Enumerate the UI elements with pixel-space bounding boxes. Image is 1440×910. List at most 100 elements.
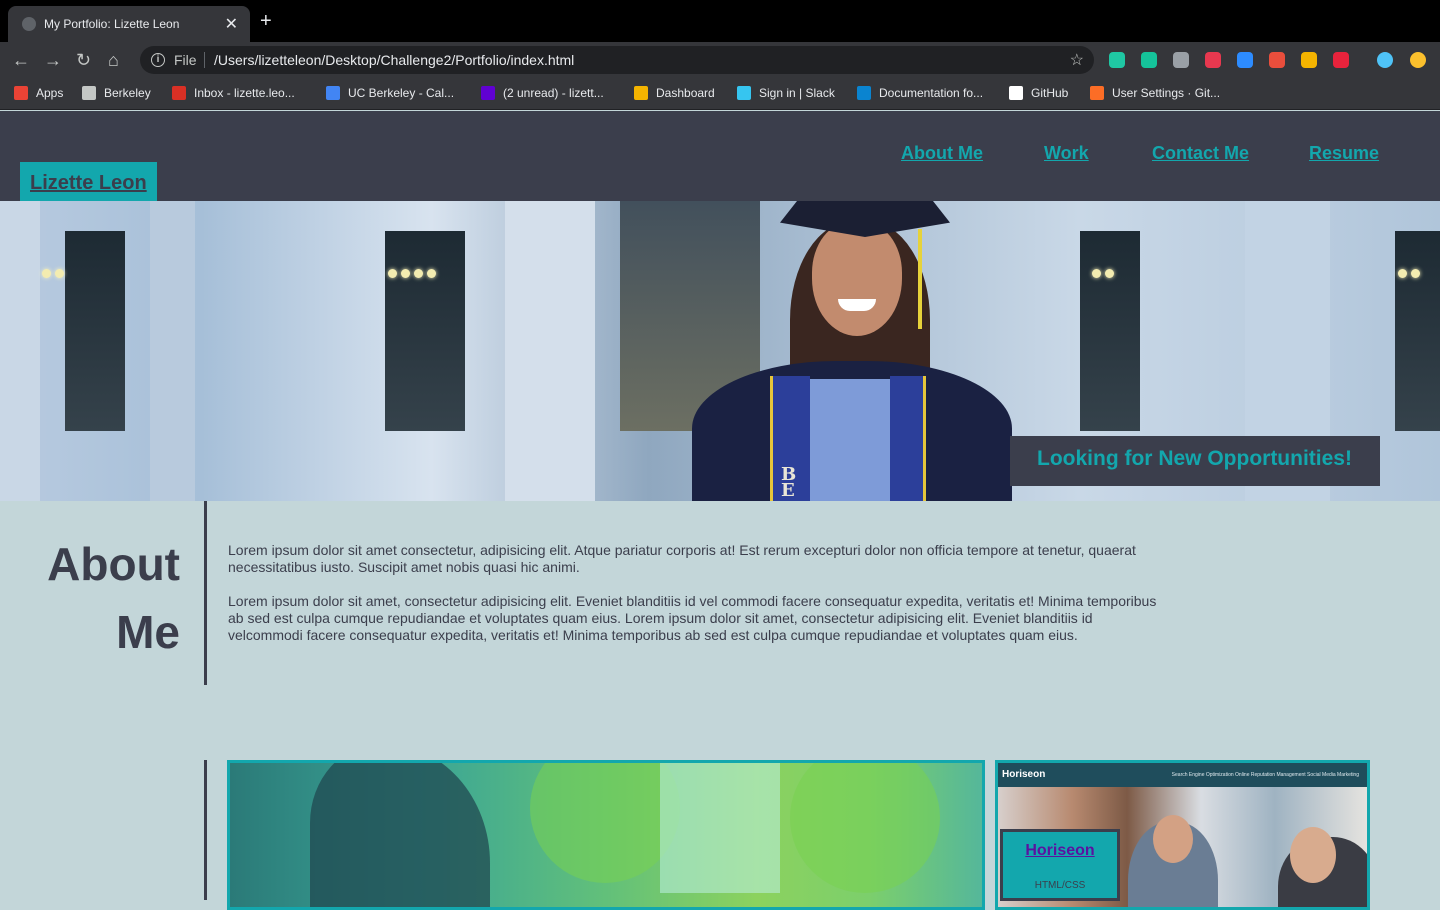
reload-icon[interactable]: ↻	[76, 50, 91, 70]
bookmark-label: Apps	[36, 86, 64, 100]
close-tab-icon[interactable]: ✕	[225, 14, 238, 34]
bookmark-item[interactable]: Dashboard	[634, 86, 715, 100]
lamp-lights	[388, 269, 436, 278]
bookmark-item[interactable]: Apps	[14, 86, 63, 100]
bookmark-label: Sign in | Slack	[759, 86, 835, 100]
tree-blur	[790, 763, 940, 893]
bookmark-label: User Settings · Git...	[1112, 86, 1221, 100]
bookmark-item[interactable]: Sign in | Slack	[737, 86, 835, 100]
bookmarks-bar: Apps Berkeley Inbox - lizette.leo... UC Ber…	[0, 78, 1440, 110]
section-divider	[204, 501, 207, 685]
building-window	[1080, 231, 1140, 431]
extension-icon[interactable]	[1301, 52, 1317, 68]
dashboard-icon	[634, 86, 648, 100]
bookmark-item[interactable]: UC Berkeley - Cal...	[326, 86, 454, 100]
graduate-smile	[838, 299, 876, 311]
bookmark-label: UC Berkeley - Cal...	[348, 86, 455, 100]
project-tech: HTML/CSS	[1034, 880, 1086, 891]
horiseon-menu: Search Engine Optimization Online Reputa…	[1171, 772, 1359, 778]
url-scheme: File	[174, 52, 197, 68]
extension-icon[interactable]	[1333, 52, 1349, 68]
pillar	[150, 201, 195, 501]
bookmark-item[interactable]: Berkeley	[82, 86, 151, 100]
graduate-stole	[890, 376, 926, 501]
person-head	[1290, 827, 1336, 883]
about-title: About Me	[47, 538, 180, 658]
lamp-lights	[42, 269, 64, 278]
person-silhouette	[310, 763, 490, 907]
browser-tab-bar: My Portfolio: Lizette Leon ✕ +	[0, 0, 1440, 42]
bookmark-label: Documentation fo...	[879, 86, 984, 100]
gmail-icon	[172, 86, 186, 100]
url-text[interactable]: /Users/lizetteleon/Desktop/Challenge2/Po…	[214, 52, 574, 68]
vscode-icon	[857, 86, 871, 100]
bookmark-item[interactable]: Documentation fo...	[857, 86, 983, 100]
address-bar[interactable]: i File /Users/lizetteleon/Desktop/Challe…	[140, 46, 1094, 74]
nav-work[interactable]: Work	[1044, 143, 1089, 164]
pillar	[505, 201, 595, 501]
about-paragraph: Lorem ipsum dolor sit amet, consectetur …	[228, 593, 1157, 643]
calendar-icon	[326, 86, 340, 100]
bookmark-item[interactable]: Inbox - lizette.leo...	[172, 86, 295, 100]
tagline-banner: Looking for New Opportunities!	[1010, 436, 1380, 486]
logo-box: Lizette Leon	[20, 162, 157, 201]
extension-icon[interactable]	[1269, 52, 1285, 68]
extension-icon[interactable]	[1173, 52, 1189, 68]
forward-icon[interactable]: →	[44, 50, 62, 70]
building-window	[385, 231, 465, 431]
bookmark-item[interactable]: (2 unread) - lizett...	[481, 86, 604, 100]
project-title-link[interactable]: Horiseon	[1003, 842, 1117, 860]
pillar	[0, 201, 40, 501]
featured-project-image[interactable]	[227, 760, 985, 910]
extension-icon[interactable]	[1410, 52, 1426, 68]
gitlab-icon	[1090, 86, 1104, 100]
lamp-lights	[1092, 269, 1114, 278]
horiseon-header: Horiseon Search Engine Optimization Onli…	[998, 763, 1367, 787]
project-card-horiseon[interactable]: Horiseon Search Engine Optimization Onli…	[995, 760, 1370, 910]
yahoo-mail-icon	[481, 86, 495, 100]
extension-icon[interactable]	[1237, 52, 1253, 68]
extension-icon[interactable]	[1141, 52, 1157, 68]
url-separator	[204, 52, 205, 68]
bookmark-item[interactable]: User Settings · Git...	[1090, 86, 1220, 100]
graduation-cap	[780, 201, 950, 237]
bookmark-label: Inbox - lizette.leo...	[194, 86, 295, 100]
apps-grid-icon	[14, 86, 28, 100]
bookmark-star-icon[interactable]: ☆	[1070, 50, 1084, 70]
cap-tassel	[918, 229, 922, 329]
nav-contact-me[interactable]: Contact Me	[1152, 143, 1249, 164]
extension-icon[interactable]	[1109, 52, 1125, 68]
extension-icon[interactable]	[1377, 52, 1393, 68]
nav-about-me[interactable]: About Me	[901, 143, 983, 164]
logo-link[interactable]: Lizette Leon	[30, 172, 147, 195]
tagline-text: Looking for New Opportunities!	[1037, 447, 1352, 470]
gown-letters: BE	[781, 464, 797, 501]
back-icon[interactable]: ←	[12, 50, 30, 70]
tab-title: My Portfolio: Lizette Leon	[44, 17, 180, 31]
section-divider	[204, 760, 207, 900]
bookmark-item[interactable]: GitHub	[1009, 86, 1068, 100]
new-tab-icon[interactable]: +	[260, 11, 272, 31]
slack-icon	[737, 86, 751, 100]
bookmark-label: Dashboard	[656, 86, 715, 100]
tree-blur	[530, 763, 680, 883]
home-icon[interactable]: ⌂	[108, 50, 119, 70]
bookmark-label: Berkeley	[104, 86, 151, 100]
project-label: Horiseon HTML/CSS	[1000, 829, 1120, 901]
graduate-face	[812, 221, 902, 336]
sky-gap	[660, 763, 780, 893]
horiseon-brand: Horiseon	[1002, 769, 1046, 780]
bookmark-label: GitHub	[1031, 86, 1069, 100]
about-paragraph: Lorem ipsum dolor sit amet consectetur, …	[228, 542, 1136, 575]
bookmark-label: (2 unread) - lizett...	[503, 86, 604, 100]
site-header: Lizette Leon About Me Work Contact Me Re…	[0, 111, 1440, 201]
nav-resume[interactable]: Resume	[1309, 143, 1379, 164]
extension-icon[interactable]	[1205, 52, 1221, 68]
building-window	[1395, 231, 1440, 431]
github-icon	[1009, 86, 1023, 100]
browser-toolbar: ← → ↻ ⌂ i File /Users/lizetteleon/Deskto…	[0, 42, 1440, 78]
info-icon[interactable]: i	[151, 53, 165, 67]
browser-tab[interactable]: My Portfolio: Lizette Leon ✕	[8, 6, 250, 42]
globe-icon	[22, 17, 36, 31]
building-window	[65, 231, 125, 431]
